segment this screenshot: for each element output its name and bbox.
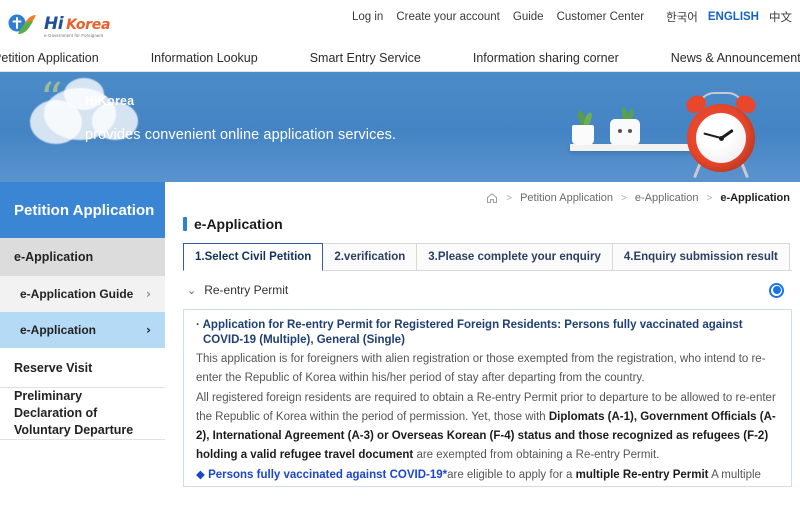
language-english[interactable]: ENGLISH xyxy=(708,11,759,23)
sidebar: Petition Application e-Application e-App… xyxy=(0,182,165,484)
clock-pivot xyxy=(718,135,724,141)
sidebar-item-label: e-Application xyxy=(20,323,97,337)
panel-heading-text: Application for Re-entry Permit for Regi… xyxy=(202,319,743,346)
breadcrumb-separator: > xyxy=(621,192,627,204)
panel-paragraph-2: All registered foreign residents are req… xyxy=(196,389,779,465)
top-utility-bar: Hi Korea e-Government for Foreigners Log… xyxy=(0,0,800,45)
plant-pot xyxy=(572,125,594,145)
page-body: Petition Application e-Application e-App… xyxy=(0,182,800,487)
main-content: > Petition Application > e-Application >… xyxy=(165,182,800,487)
logo-subtitle: e-Government for Foreigners xyxy=(44,32,104,38)
panel-heading: · Application for Re-entry Permit for Re… xyxy=(196,318,779,347)
panel-paragraph-1: This application is for foreigners with … xyxy=(196,353,766,385)
login-link[interactable]: Log in xyxy=(352,11,383,23)
sidebar-item-preliminary-declaration[interactable]: Preliminary Declaration of Voluntary Dep… xyxy=(0,388,165,440)
para3-bold: multiple Re-entry Permit xyxy=(575,469,709,482)
customer-center-link[interactable]: Customer Center xyxy=(557,11,645,23)
breadcrumb-separator: > xyxy=(506,192,513,204)
sidebar-item-e-application[interactable]: e-Application › xyxy=(0,312,165,348)
tab-select-civil-petition[interactable]: 1.Select Civil Petition xyxy=(183,243,324,271)
nav-item-information-lookup[interactable]: Information Lookup xyxy=(125,51,284,65)
language-switcher: 한국어 ENGLISH 中文 xyxy=(666,9,792,25)
site-logo[interactable]: Hi Korea e-Government for Foreigners xyxy=(8,8,110,38)
nav-item-petition-application[interactable]: Petition Application xyxy=(0,51,125,65)
breadcrumb: > Petition Application > e-Application >… xyxy=(183,182,792,214)
language-korean[interactable]: 한국어 xyxy=(666,9,698,25)
breadcrumb-item-e-application[interactable]: e-Application xyxy=(635,192,699,204)
quote-mark-icon: “ xyxy=(40,74,63,125)
chevron-right-icon: › xyxy=(146,323,151,337)
panel-paragraph-3: ◆ Persons fully vaccinated against COVID… xyxy=(196,466,779,486)
guide-link[interactable]: Guide xyxy=(513,11,544,23)
petition-description-panel: · Application for Re-entry Permit for Re… xyxy=(183,309,792,487)
tab-verification[interactable]: 2.verification xyxy=(323,243,418,271)
ceramic-jar xyxy=(610,119,640,145)
petition-selection-row[interactable]: ⌄ Re-entry Permit xyxy=(183,271,792,309)
panel-body: This application is for foreigners with … xyxy=(196,350,779,486)
sidebar-item-reserve-visit[interactable]: Reserve Visit xyxy=(0,348,165,388)
home-icon[interactable] xyxy=(486,192,498,204)
chevron-right-icon: › xyxy=(146,287,151,301)
nav-item-news-announcements[interactable]: News & Announcements xyxy=(645,51,800,65)
sidebar-title: Petition Application xyxy=(0,182,165,238)
diamond-icon: ◆ xyxy=(196,469,205,482)
hero-subtitle: provides convenient online application s… xyxy=(85,127,397,143)
logo-hi-text: Hi xyxy=(44,13,64,34)
sidebar-item-label: Preliminary Declaration of Voluntary Dep… xyxy=(14,389,134,437)
sidebar-item-e-application-group[interactable]: e-Application xyxy=(0,238,165,276)
clock-face xyxy=(696,113,746,163)
alarm-clock-illustration xyxy=(683,90,759,178)
sidebar-item-label: e-Application Guide xyxy=(20,287,134,301)
breadcrumb-item-petition-application[interactable]: Petition Application xyxy=(520,192,613,204)
page-title: e-Application xyxy=(183,216,792,232)
chevron-down-icon[interactable]: ⌄ xyxy=(187,284,196,297)
page-title-text: e-Application xyxy=(194,216,283,232)
logo-korea-text: Korea xyxy=(66,16,111,33)
hero-title: HiKorea xyxy=(85,94,135,108)
step-tabs: 1.Select Civil Petition 2.verification 3… xyxy=(183,243,792,271)
title-accent-bar xyxy=(183,217,187,231)
logo-mark-icon xyxy=(8,12,42,38)
hero-banner: “ HiKorea provides convenient online app… xyxy=(0,72,800,182)
nav-item-information-sharing-corner[interactable]: Information sharing corner xyxy=(447,51,645,65)
tab-complete-enquiry[interactable]: 3.Please complete your enquiry xyxy=(417,243,613,271)
breadcrumb-separator: > xyxy=(706,192,713,204)
petition-radio-button[interactable] xyxy=(769,282,784,298)
bullet-icon: · xyxy=(196,319,200,331)
para3-highlight: Persons fully vaccinated against COVID-1… xyxy=(208,469,448,482)
create-account-link[interactable]: Create your account xyxy=(396,11,500,23)
breadcrumb-current: e-Application xyxy=(720,192,790,204)
language-chinese[interactable]: 中文 xyxy=(769,9,792,25)
petition-type-label: Re-entry Permit xyxy=(204,283,289,297)
sidebar-item-label: e-Application xyxy=(14,250,94,264)
sidebar-item-e-application-guide[interactable]: e-Application Guide › xyxy=(0,276,165,312)
para3-part-a: are eligible to apply for a xyxy=(447,469,576,482)
utility-links: Log in Create your account Guide Custome… xyxy=(352,9,792,25)
sidebar-item-label: Reserve Visit xyxy=(14,360,93,375)
para2-part-b: are exempted from obtaining a Re-entry P… xyxy=(413,449,660,462)
shelf-illustration xyxy=(570,72,800,182)
tab-enquiry-submission-result[interactable]: 4.Enquiry submission result xyxy=(612,243,790,271)
nav-item-smart-entry-service[interactable]: Smart Entry Service xyxy=(284,51,447,65)
clock-body xyxy=(687,104,755,172)
main-navigation: Petition Application Information Lookup … xyxy=(0,45,800,72)
hero-text-block: HiKorea provides convenient online appli… xyxy=(85,94,396,143)
